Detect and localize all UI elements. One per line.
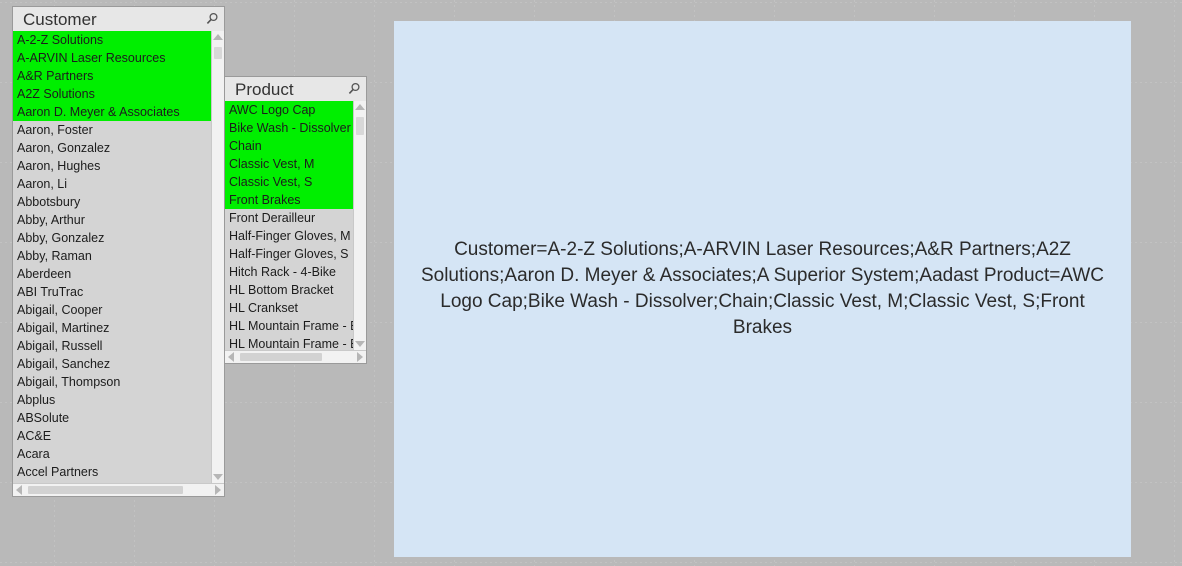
list-item[interactable]: Abby, Arthur: [13, 211, 211, 229]
scroll-right-arrow-icon[interactable]: [215, 485, 221, 495]
list-item[interactable]: Abby, Raman: [13, 247, 211, 265]
product-listbox[interactable]: Product AWC Logo Cap Bike Wash - Dissolve…: [224, 76, 367, 364]
list-item[interactable]: ABI TruTrac: [13, 283, 211, 301]
list-item[interactable]: A-ARVIN Laser Resources: [13, 49, 211, 67]
list-item[interactable]: AC&E: [13, 427, 211, 445]
search-icon[interactable]: [204, 11, 220, 27]
scrollbar-thumb[interactable]: [28, 486, 183, 494]
list-item[interactable]: ABSolute: [13, 409, 211, 427]
list-item[interactable]: Aaron, Li: [13, 175, 211, 193]
selection-text-content: Customer=A-2-Z Solutions;A-ARVIN Laser R…: [420, 239, 1110, 338]
list-item[interactable]: Classic Vest, S: [225, 173, 353, 191]
product-listbox-caption[interactable]: Product: [225, 77, 366, 101]
list-item[interactable]: HL Bottom Bracket: [225, 281, 353, 299]
customer-horizontal-scrollbar[interactable]: [13, 483, 224, 496]
list-item[interactable]: HL Crankset: [225, 299, 353, 317]
list-item[interactable]: Chain: [225, 137, 353, 155]
list-item[interactable]: Hitch Rack - 4-Bike: [225, 263, 353, 281]
product-vertical-scrollbar[interactable]: [353, 101, 366, 350]
scrollbar-thumb[interactable]: [240, 353, 322, 361]
customer-vertical-scrollbar[interactable]: [211, 31, 224, 483]
list-item[interactable]: Abbotsbury: [13, 193, 211, 211]
list-item[interactable]: Aaron, Gonzalez: [13, 139, 211, 157]
list-item[interactable]: Aaron, Foster: [13, 121, 211, 139]
list-item[interactable]: Accel Partners: [13, 463, 211, 481]
list-item[interactable]: Abby, Gonzalez: [13, 229, 211, 247]
scroll-up-arrow-icon[interactable]: [213, 34, 223, 40]
selection-text-object[interactable]: Customer=A-2-Z Solutions;A-ARVIN Laser R…: [394, 21, 1131, 557]
list-item[interactable]: Abigail, Cooper: [13, 301, 211, 319]
list-item[interactable]: A&R Partners: [13, 67, 211, 85]
scroll-down-arrow-icon[interactable]: [213, 474, 223, 480]
customer-listbox-title: Customer: [23, 9, 97, 29]
customer-listbox-body[interactable]: A-2-Z Solutions A-ARVIN Laser Resources A&…: [13, 31, 224, 483]
product-horizontal-scrollbar[interactable]: [225, 350, 366, 363]
scroll-left-arrow-icon[interactable]: [228, 352, 234, 362]
list-item[interactable]: Abigail, Russell: [13, 337, 211, 355]
list-item[interactable]: A-2-Z Solutions: [13, 31, 211, 49]
customer-item-list[interactable]: A-2-Z Solutions A-ARVIN Laser Resources A&…: [13, 31, 211, 483]
list-item[interactable]: Bike Wash - Dissolver: [225, 119, 353, 137]
scroll-left-arrow-icon[interactable]: [16, 485, 22, 495]
list-item[interactable]: Abplus: [13, 391, 211, 409]
list-item[interactable]: Abigail, Martinez: [13, 319, 211, 337]
scroll-right-arrow-icon[interactable]: [357, 352, 363, 362]
list-item[interactable]: Aaron D. Meyer & Associates: [13, 103, 211, 121]
scroll-down-arrow-icon[interactable]: [355, 341, 365, 347]
list-item[interactable]: HL Mountain Frame - B: [225, 335, 353, 350]
list-item[interactable]: A2Z Solutions: [13, 85, 211, 103]
list-item[interactable]: Abigail, Thompson: [13, 373, 211, 391]
product-item-list[interactable]: AWC Logo Cap Bike Wash - Dissolver Chain Cl…: [225, 101, 353, 350]
list-item[interactable]: Aaron, Hughes: [13, 157, 211, 175]
list-item[interactable]: HL Mountain Frame - B: [225, 317, 353, 335]
list-item[interactable]: Front Brakes: [225, 191, 353, 209]
list-item[interactable]: AWC Logo Cap: [225, 101, 353, 119]
list-item[interactable]: Acara: [13, 445, 211, 463]
list-item[interactable]: Front Derailleur: [225, 209, 353, 227]
product-listbox-body[interactable]: AWC Logo Cap Bike Wash - Dissolver Chain Cl…: [225, 101, 366, 350]
list-item[interactable]: Half-Finger Gloves, S: [225, 245, 353, 263]
customer-listbox[interactable]: Customer A-2-Z Solutions A-ARVIN Laser Re…: [12, 6, 225, 497]
customer-listbox-caption[interactable]: Customer: [13, 7, 224, 31]
scrollbar-thumb[interactable]: [356, 117, 364, 135]
list-item[interactable]: Aberdeen: [13, 265, 211, 283]
scroll-up-arrow-icon[interactable]: [355, 104, 365, 110]
list-item[interactable]: Abigail, Sanchez: [13, 355, 211, 373]
search-icon[interactable]: [346, 81, 362, 97]
list-item[interactable]: Half-Finger Gloves, M: [225, 227, 353, 245]
product-listbox-title: Product: [235, 79, 294, 99]
scrollbar-thumb[interactable]: [214, 47, 222, 59]
list-item[interactable]: Classic Vest, M: [225, 155, 353, 173]
